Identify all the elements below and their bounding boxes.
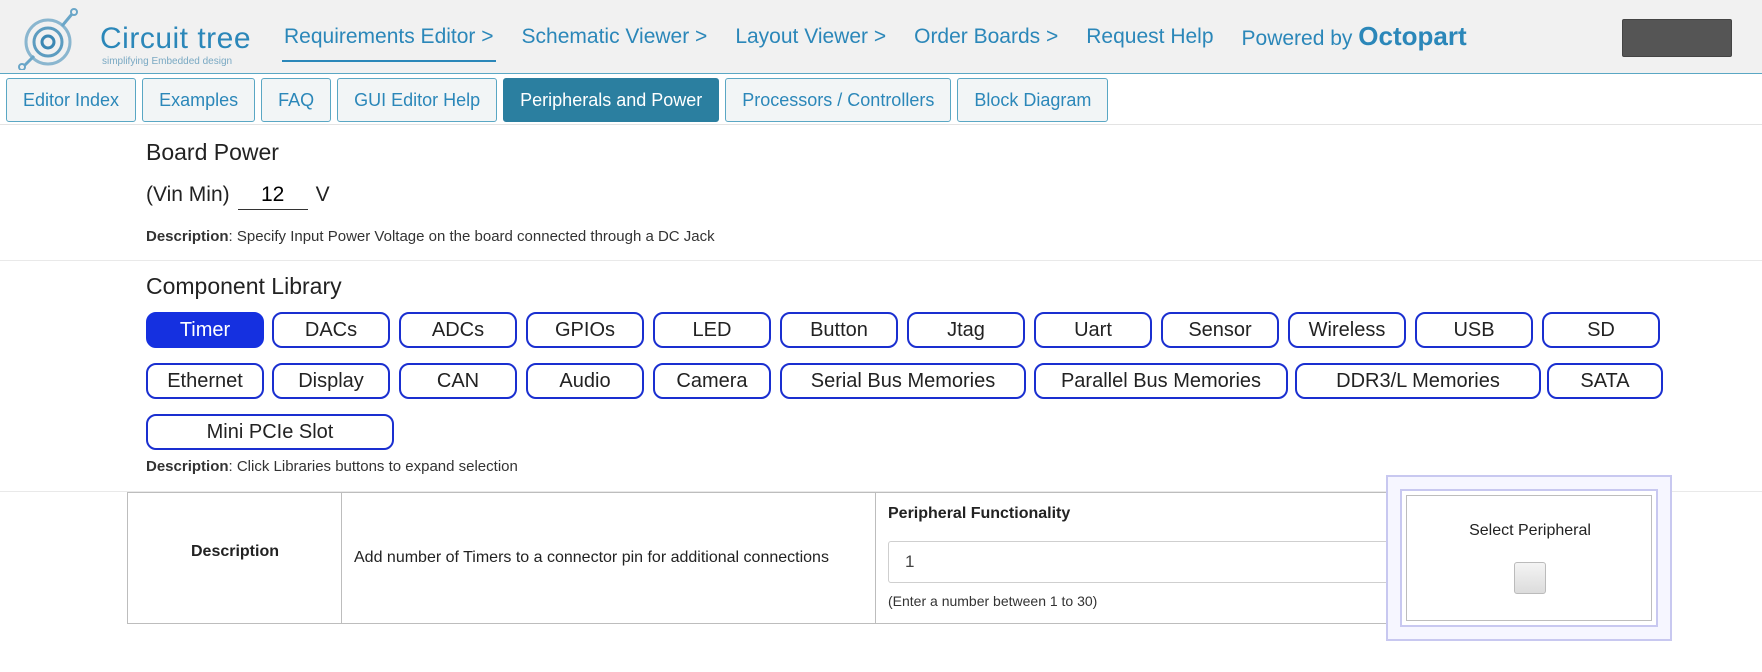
library-button-display[interactable]: Display xyxy=(272,363,390,399)
library-description: Description: Click Libraries buttons to … xyxy=(146,458,518,475)
peripheral-count-input[interactable] xyxy=(888,541,1398,583)
peripheral-count-hint: (Enter a number between 1 to 30) xyxy=(888,593,1098,609)
tab-faq[interactable]: FAQ xyxy=(261,78,332,122)
library-button-serial-bus-memories[interactable]: Serial Bus Memories xyxy=(780,363,1026,399)
library-button-gpios[interactable]: GPIOs xyxy=(526,312,644,348)
library-button-parallel-bus-memories[interactable]: Parallel Bus Memories xyxy=(1034,363,1288,399)
vin-row: (Vin Min) V xyxy=(146,180,330,210)
library-button-button[interactable]: Button xyxy=(780,312,898,348)
select-peripheral-cell: Select Peripheral xyxy=(1406,495,1652,621)
nav-requirements-editor[interactable]: Requirements Editor > xyxy=(270,0,508,74)
editor-tabs: Editor Index Examples FAQ GUI Editor Hel… xyxy=(6,78,1114,122)
library-button-audio[interactable]: Audio xyxy=(526,363,644,399)
board-power-description: Description: Specify Input Power Voltage… xyxy=(146,228,715,245)
nav-layout-viewer[interactable]: Layout Viewer > xyxy=(721,0,900,74)
nav-powered-by-octopart[interactable]: Powered by Octopart xyxy=(1228,0,1481,76)
divider xyxy=(0,260,1762,261)
select-peripheral-panel: Select Peripheral xyxy=(1386,475,1672,641)
description-header: Description xyxy=(190,543,279,560)
tab-peripherals-and-power[interactable]: Peripherals and Power xyxy=(503,78,720,122)
library-button-ethernet[interactable]: Ethernet xyxy=(146,363,264,399)
tab-gui-editor-help[interactable]: GUI Editor Help xyxy=(337,78,498,122)
divider xyxy=(0,124,1762,125)
library-button-uart[interactable]: Uart xyxy=(1034,312,1152,348)
library-button-sata[interactable]: SATA xyxy=(1547,363,1663,399)
library-button-timer[interactable]: Timer xyxy=(146,312,264,348)
user-account-button[interactable] xyxy=(1622,19,1732,57)
description-text: : Click Libraries buttons to expand sele… xyxy=(228,458,518,475)
library-button-can[interactable]: CAN xyxy=(399,363,517,399)
library-button-wireless[interactable]: Wireless xyxy=(1288,312,1406,348)
circuit-logo-icon xyxy=(18,8,78,70)
vin-label: (Vin Min) xyxy=(146,183,230,206)
logo-text: Circuit tree xyxy=(100,22,252,55)
tab-editor-index[interactable]: Editor Index xyxy=(6,78,137,122)
library-button-ddr3l-memories[interactable]: DDR3/L Memories xyxy=(1295,363,1541,399)
library-button-sd[interactable]: SD xyxy=(1542,312,1660,348)
library-button-sensor[interactable]: Sensor xyxy=(1161,312,1279,348)
powered-by-label: Powered by xyxy=(1241,26,1353,50)
select-peripheral-checkbox[interactable] xyxy=(1514,562,1546,594)
library-button-dacs[interactable]: DACs xyxy=(272,312,390,348)
description-text: : Specify Input Power Voltage on the boa… xyxy=(228,228,715,245)
octopart-logo: Octopart xyxy=(1358,20,1467,51)
library-button-jtag[interactable]: Jtag xyxy=(907,312,1025,348)
nav-schematic-viewer[interactable]: Schematic Viewer > xyxy=(508,0,722,74)
tab-block-diagram[interactable]: Block Diagram xyxy=(957,78,1109,122)
description-text-cell: Add number of Timers to a connector pin … xyxy=(342,493,876,623)
description-label: Description xyxy=(146,458,229,475)
select-peripheral-label: Select Peripheral xyxy=(1469,522,1591,539)
circuit-tree-logo[interactable]: Circuit tree simplifying Embedded design xyxy=(14,6,264,70)
board-power-title: Board Power xyxy=(146,139,279,165)
description-header-cell: Description xyxy=(128,493,342,623)
description-label: Description xyxy=(146,228,229,245)
logo-tagline: simplifying Embedded design xyxy=(102,56,233,67)
tab-examples[interactable]: Examples xyxy=(142,78,256,122)
vin-min-input[interactable] xyxy=(237,180,308,210)
main-nav: Requirements Editor > Schematic Viewer >… xyxy=(270,0,1481,74)
peripheral-description: Add number of Timers to a connector pin … xyxy=(354,549,829,566)
nav-order-boards[interactable]: Order Boards > xyxy=(900,0,1072,74)
library-button-led[interactable]: LED xyxy=(653,312,771,348)
library-button-usb[interactable]: USB xyxy=(1415,312,1533,348)
top-header: Circuit tree simplifying Embedded design… xyxy=(0,0,1762,74)
nav-request-help[interactable]: Request Help xyxy=(1072,0,1227,74)
vin-unit: V xyxy=(315,183,330,206)
library-button-mini-pcie-slot[interactable]: Mini PCIe Slot xyxy=(146,414,394,450)
library-button-camera[interactable]: Camera xyxy=(653,363,771,399)
select-peripheral-frame: Select Peripheral xyxy=(1400,489,1658,627)
tab-processors-controllers[interactable]: Processors / Controllers xyxy=(725,78,952,122)
library-button-adcs[interactable]: ADCs xyxy=(399,312,517,348)
component-library-title: Component Library xyxy=(146,273,342,299)
peripheral-functionality-label: Peripheral Functionality xyxy=(888,505,1071,522)
